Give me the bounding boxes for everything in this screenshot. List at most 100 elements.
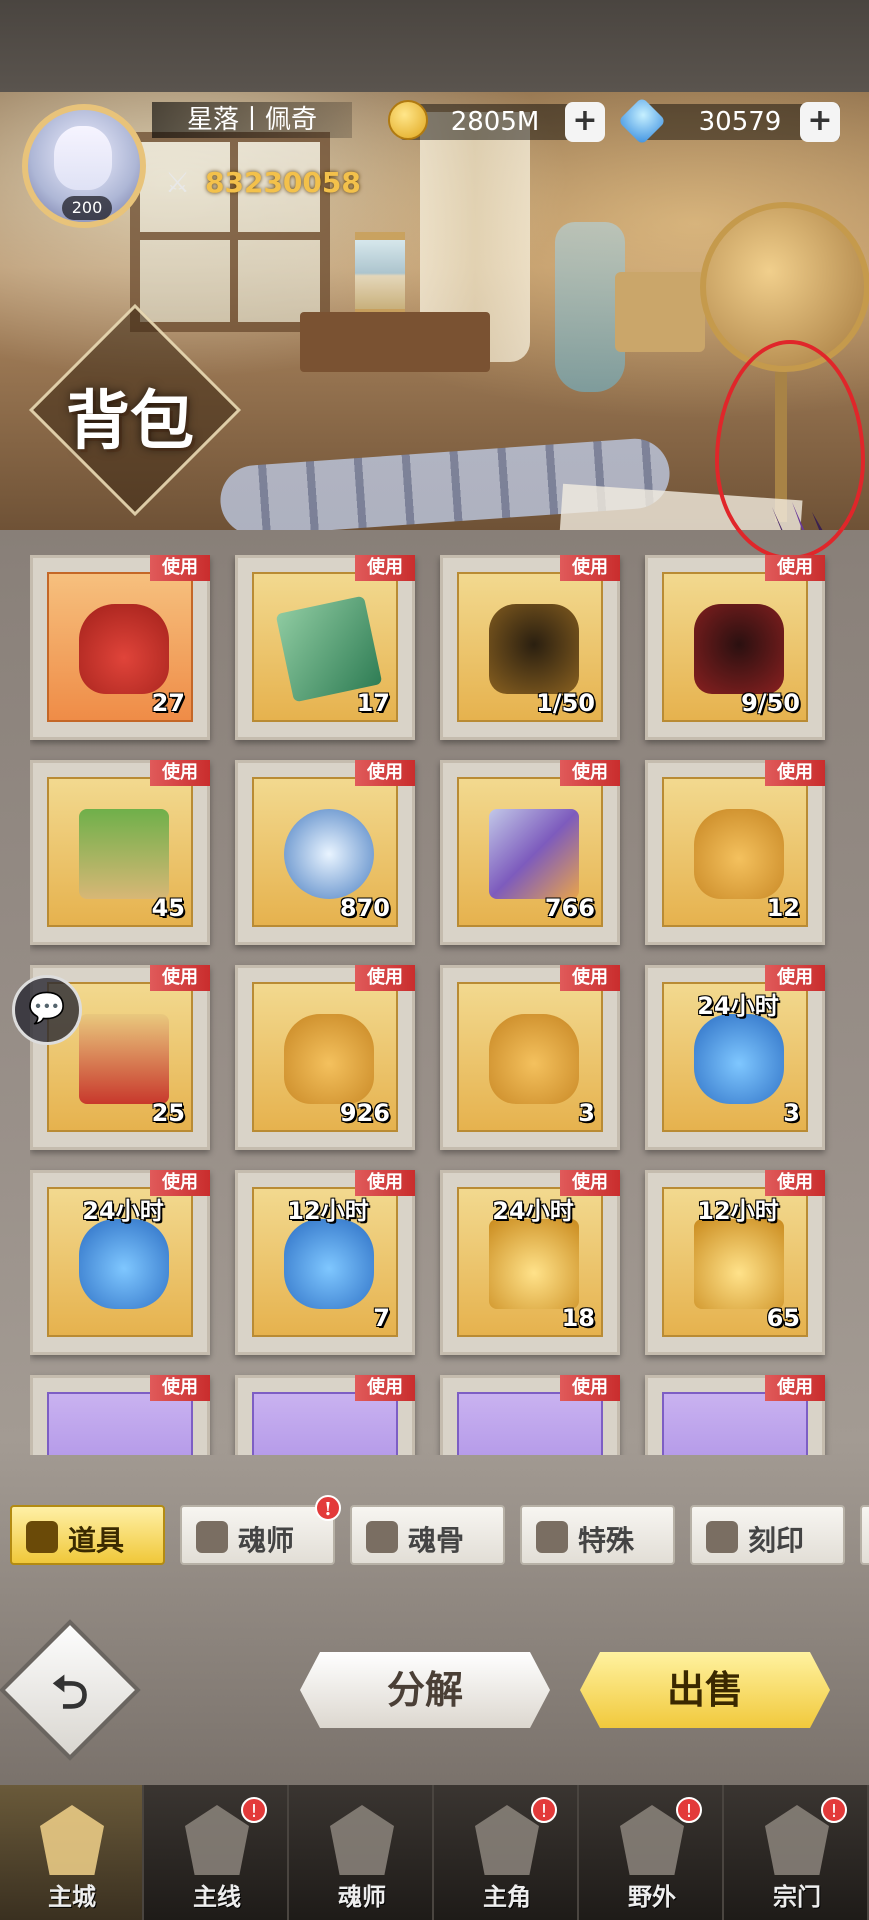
- use-tag[interactable]: 使用: [355, 1375, 415, 1401]
- inventory-item[interactable]: 使用 3: [440, 965, 620, 1150]
- use-tag[interactable]: 使用: [150, 1375, 210, 1401]
- use-tag[interactable]: 使用: [560, 555, 620, 581]
- potion-chest-icon: [284, 1219, 374, 1309]
- tab-overflow[interactable]: [860, 1505, 869, 1565]
- item-timer: 12小时: [697, 1197, 779, 1225]
- add-gems-button[interactable]: +: [800, 102, 840, 142]
- tab-label: 特殊: [578, 1524, 635, 1557]
- inventory-item[interactable]: 使用 24小时 3: [645, 965, 825, 1150]
- nav-icon: [475, 1805, 539, 1875]
- use-tag[interactable]: 使用: [355, 760, 415, 786]
- item-count: 17: [356, 689, 390, 717]
- use-tag[interactable]: 使用: [765, 1375, 825, 1401]
- inventory-item[interactable]: 使用: [440, 1375, 620, 1455]
- red-shadow-card-icon: [694, 604, 784, 694]
- inventory-item[interactable]: 使用 24小时: [30, 1170, 210, 1355]
- coin-chest-icon: [694, 1219, 784, 1309]
- nav-label: 野外: [628, 1882, 676, 1911]
- tab-icon: [536, 1521, 568, 1553]
- tab-icon: [366, 1521, 398, 1553]
- tab-icon: [196, 1521, 228, 1553]
- bottom-nav: 主城 主线! 魂师 主角! 野外! 宗门!: [0, 1785, 869, 1920]
- tab-1[interactable]: 魂师!: [180, 1495, 341, 1565]
- tab-label: 魂骨: [408, 1524, 465, 1557]
- use-tag[interactable]: 使用: [560, 965, 620, 991]
- chat-bubble-icon[interactable]: 💬: [12, 975, 82, 1045]
- item-count: 9/50: [741, 689, 800, 717]
- nav-label: 主角: [483, 1882, 531, 1911]
- nav-item-2[interactable]: 魂师: [290, 1785, 434, 1920]
- item-count: 12: [766, 894, 800, 922]
- nav-label: 主城: [48, 1882, 96, 1911]
- item-frame: [252, 1392, 398, 1455]
- nav-label: 宗门: [773, 1882, 821, 1911]
- tab-2[interactable]: 魂骨: [350, 1505, 505, 1565]
- item-timer: 24小时: [82, 1197, 164, 1225]
- inventory-item[interactable]: 使用 1/50: [440, 555, 620, 740]
- back-arrow-icon: ⮌: [51, 1665, 89, 1719]
- inventory-item[interactable]: 使用 27: [30, 555, 210, 740]
- gold-shadow-card-icon: [489, 604, 579, 694]
- item-count: 3: [783, 1099, 800, 1127]
- tab-3[interactable]: 特殊: [520, 1505, 675, 1565]
- nav-icon: [40, 1805, 104, 1875]
- inventory-item[interactable]: 使用 12小时 65: [645, 1170, 825, 1355]
- alert-badge-icon: !: [531, 1797, 557, 1823]
- item-timer: 12小时: [287, 1197, 369, 1225]
- item-count: 18: [561, 1304, 595, 1332]
- inventory-item[interactable]: 使用 766: [440, 760, 620, 945]
- use-tag[interactable]: 使用: [560, 1375, 620, 1401]
- nav-item-0[interactable]: 主城: [0, 1785, 144, 1920]
- tab-4[interactable]: 刻印: [690, 1505, 845, 1565]
- alert-badge-icon: !: [241, 1797, 267, 1823]
- nav-label: 主线: [193, 1882, 241, 1911]
- combat-power-value: 83230058: [205, 166, 361, 199]
- coin-chest-icon: [489, 1219, 579, 1309]
- hourglass-illustration: [355, 232, 405, 317]
- nav-item-5[interactable]: 宗门!: [725, 1785, 869, 1920]
- use-tag[interactable]: 使用: [150, 965, 210, 991]
- inventory-item[interactable]: 使用: [30, 1375, 210, 1455]
- window-illustration: [130, 132, 330, 332]
- inventory-item[interactable]: 使用 926: [235, 965, 415, 1150]
- inventory-item[interactable]: 使用 24小时 18: [440, 1170, 620, 1355]
- nav-item-4[interactable]: 野外!: [580, 1785, 724, 1920]
- decompose-button[interactable]: 分解: [300, 1652, 550, 1728]
- inventory-item[interactable]: 使用 12: [645, 760, 825, 945]
- tab-0[interactable]: 道具: [10, 1505, 165, 1565]
- red-lucky-bag-icon: [79, 604, 169, 694]
- alert-badge-icon: !: [315, 1495, 341, 1521]
- nav-item-3[interactable]: 主角!: [435, 1785, 579, 1920]
- use-tag[interactable]: 使用: [765, 760, 825, 786]
- tab-label: 道具: [68, 1524, 125, 1557]
- player-level: 200: [62, 196, 112, 220]
- nav-label: 魂师: [338, 1882, 386, 1911]
- inventory-item[interactable]: 使用 870: [235, 760, 415, 945]
- use-tag[interactable]: 使用: [765, 555, 825, 581]
- mystery-book-icon: [275, 595, 383, 703]
- inventory-item[interactable]: 使用 12小时 7: [235, 1170, 415, 1355]
- player-name: 星落丨佩奇: [152, 102, 352, 138]
- nav-item-1[interactable]: 主线!: [145, 1785, 289, 1920]
- inventory-item[interactable]: 使用: [235, 1375, 415, 1455]
- inventory-grid: 使用 27 使用 17 使用 1/50 使用 9/50 使用 45 使用 870 使用 766 使用 12 使用…: [30, 555, 850, 1455]
- inventory-item[interactable]: 使用 9/50: [645, 555, 825, 740]
- coin-amount: 2805M: [400, 104, 590, 140]
- sell-button[interactable]: 出售: [580, 1652, 830, 1728]
- item-count: 3: [578, 1099, 595, 1127]
- books-illustration: [300, 312, 490, 372]
- inventory-item[interactable]: 使用 45: [30, 760, 210, 945]
- nav-icon: [765, 1805, 829, 1875]
- green-treasure-chest-icon: [79, 809, 169, 899]
- use-tag[interactable]: 使用: [150, 555, 210, 581]
- page-title: 背包: [20, 303, 242, 517]
- use-tag[interactable]: 使用: [560, 760, 620, 786]
- use-tag[interactable]: 使用: [355, 555, 415, 581]
- item-frame: [457, 1392, 603, 1455]
- nav-icon: [620, 1805, 684, 1875]
- inventory-item[interactable]: 使用 17: [235, 555, 415, 740]
- use-tag[interactable]: 使用: [355, 965, 415, 991]
- use-tag[interactable]: 使用: [150, 760, 210, 786]
- add-coins-button[interactable]: +: [565, 102, 605, 142]
- inventory-item[interactable]: 使用: [645, 1375, 825, 1455]
